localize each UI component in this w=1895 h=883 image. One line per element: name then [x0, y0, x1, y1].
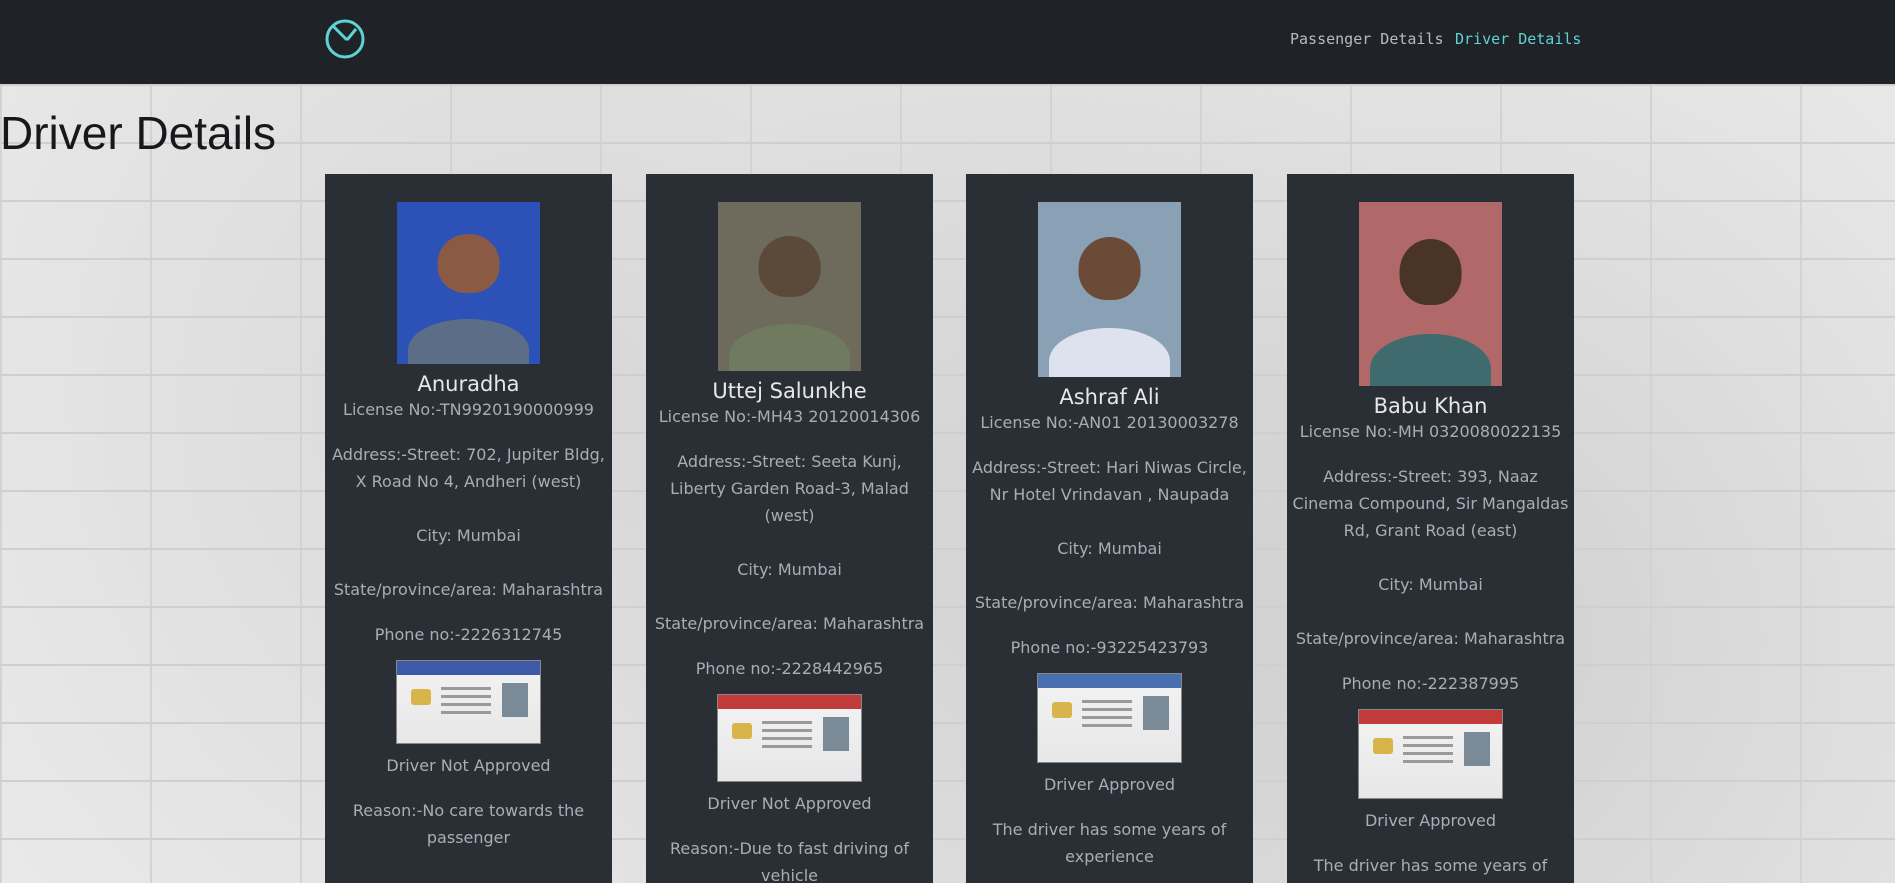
driver-photo [1359, 202, 1502, 386]
approval-reason: Reason:-Due to fast driving of vehicle [669, 839, 910, 883]
driver-city: City: Mumbai [416, 526, 521, 545]
nav-passenger-details[interactable]: Passenger Details [1290, 30, 1444, 48]
approval-status: Driver Not Approved [707, 794, 872, 813]
driver-state: State/province/area: Maharashtra [333, 580, 604, 599]
driver-address: Address:-Street: Hari Niwas Circle, Nr H… [972, 458, 1247, 504]
license-image [717, 694, 862, 782]
driver-state: State/province/area: Maharashtra [974, 593, 1245, 612]
driver-photo [718, 202, 861, 371]
top-navbar: Passenger Details Driver Details [0, 0, 1895, 84]
driver-photo [1038, 202, 1181, 377]
driver-phone: Phone no:-222387995 [1341, 674, 1520, 693]
page-title: Driver Details [0, 107, 277, 159]
approval-reason: The driver has some years of [1313, 856, 1548, 875]
approval-reason: Reason:-No care towards the passenger [352, 801, 585, 847]
logo-icon[interactable] [325, 19, 365, 59]
driver-license: License No:-TN9920190000999 [343, 400, 594, 419]
driver-name: Babu Khan [1373, 394, 1488, 418]
brick-wall-background [0, 84, 1895, 883]
driver-card: Ashraf Ali License No:-AN01 20130003278 … [966, 174, 1253, 883]
license-image [396, 660, 541, 744]
driver-phone: Phone no:-2228442965 [695, 659, 884, 678]
driver-name: Ashraf Ali [1059, 385, 1160, 409]
driver-address: Address:-Street: 393, Naaz Cinema Compou… [1292, 467, 1569, 540]
driver-address: Address:-Street: 702, Jupiter Bldg, X Ro… [332, 445, 605, 491]
driver-name: Anuradha [417, 372, 520, 396]
driver-address: Address:-Street: Seeta Kunj, Liberty Gar… [670, 452, 909, 525]
approval-reason: The driver has some years of experience [992, 820, 1227, 866]
license-image [1037, 673, 1182, 763]
driver-name: Uttej Salunkhe [712, 379, 867, 403]
driver-license: License No:-AN01 20130003278 [980, 413, 1239, 432]
driver-state: State/province/area: Maharashtra [654, 614, 925, 633]
driver-license: License No:-MH 0320080022135 [1299, 422, 1562, 441]
driver-city: City: Mumbai [1378, 575, 1483, 594]
driver-city: City: Mumbai [737, 560, 842, 579]
license-image [1358, 709, 1503, 799]
driver-card: Anuradha License No:-TN9920190000999 Add… [325, 174, 612, 883]
driver-license: License No:-MH43 20120014306 [658, 407, 921, 426]
driver-phone: Phone no:-2226312745 [374, 625, 563, 644]
driver-state: State/province/area: Maharashtra [1295, 629, 1566, 648]
driver-city: City: Mumbai [1057, 539, 1162, 558]
driver-phone: Phone no:-93225423793 [1010, 638, 1209, 657]
approval-status: Driver Approved [1043, 775, 1176, 794]
driver-card: Babu Khan License No:-MH 0320080022135 A… [1287, 174, 1574, 883]
approval-status: Driver Not Approved [386, 756, 551, 775]
driver-card: Uttej Salunkhe License No:-MH43 20120014… [646, 174, 933, 883]
driver-photo [397, 202, 540, 364]
approval-status: Driver Approved [1364, 811, 1497, 830]
nav-driver-details[interactable]: Driver Details [1455, 30, 1581, 48]
